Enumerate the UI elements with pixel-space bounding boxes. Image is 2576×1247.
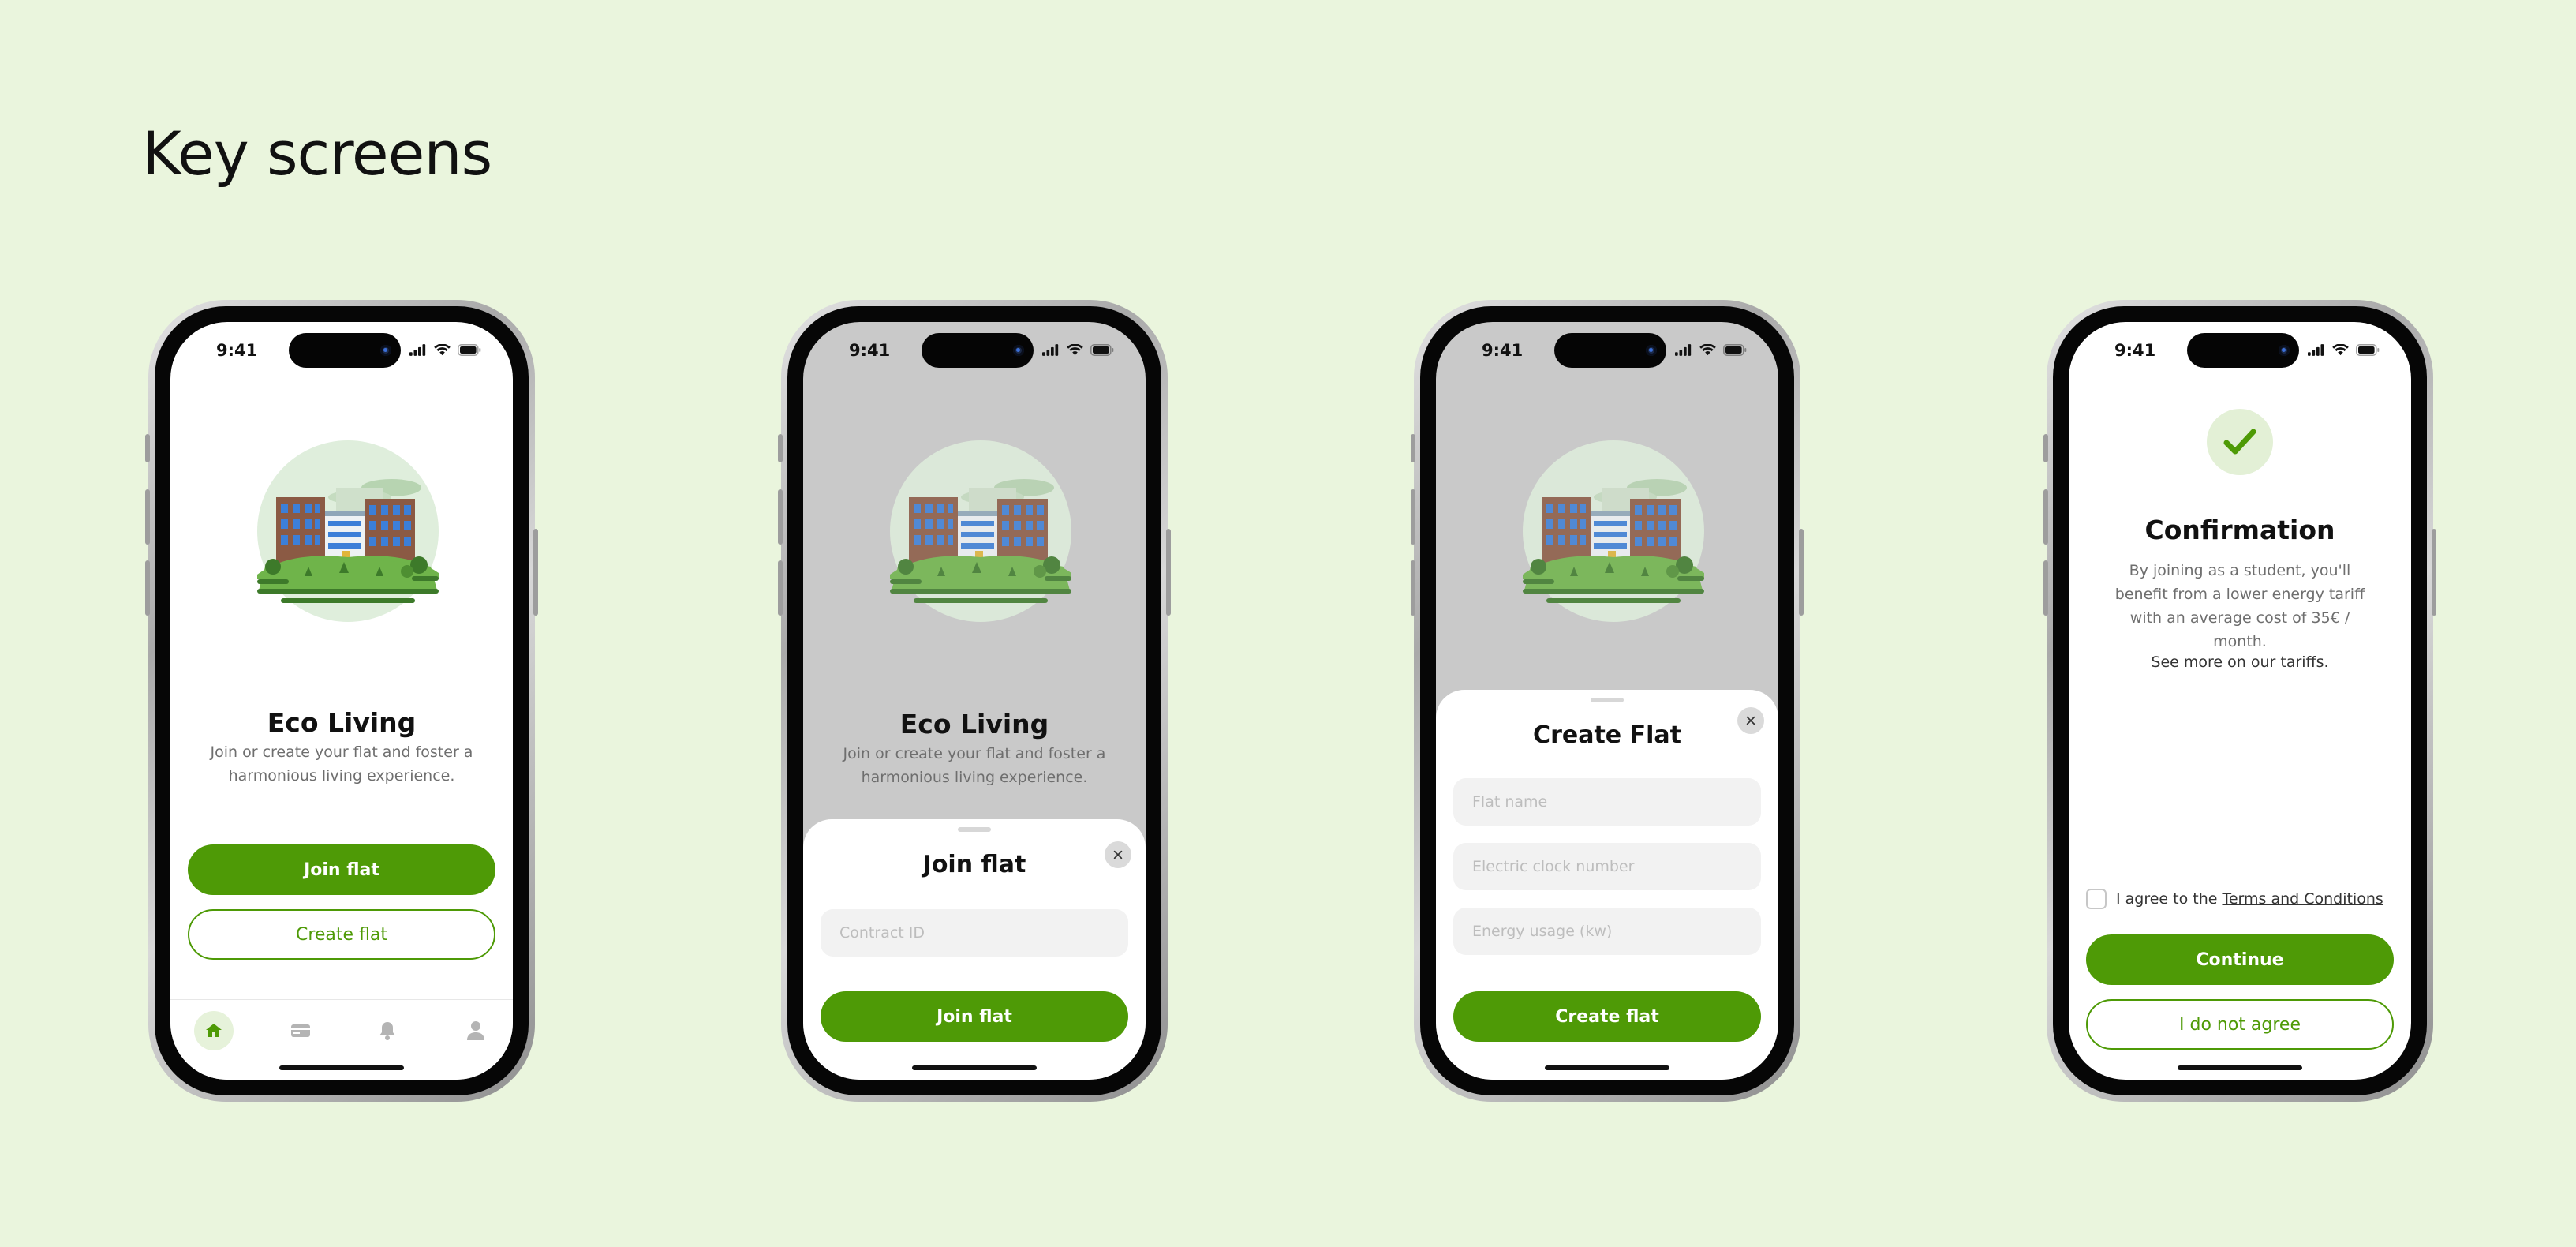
electric-clock-input[interactable] bbox=[1453, 843, 1761, 890]
home-indicator bbox=[279, 1065, 404, 1070]
status-icons bbox=[2308, 344, 2380, 356]
eco-building-illustration bbox=[890, 440, 1071, 622]
checkmark-icon bbox=[2223, 429, 2256, 455]
camera-icon bbox=[2279, 345, 2290, 356]
eco-building-illustration bbox=[1523, 440, 1704, 622]
wifi-icon bbox=[434, 344, 451, 356]
join-flat-button[interactable]: Join flat bbox=[188, 844, 495, 895]
join-flat-submit-button[interactable]: Join flat bbox=[821, 991, 1128, 1042]
signal-icon bbox=[1675, 344, 1692, 356]
home-indicator bbox=[912, 1065, 1037, 1070]
wifi-icon bbox=[2332, 344, 2349, 356]
tab-wallet[interactable] bbox=[281, 1011, 320, 1050]
agree-text: I agree to the bbox=[2116, 890, 2218, 908]
terms-agreement-row: I agree to the Terms and Conditions bbox=[2086, 889, 2383, 909]
tab-home[interactable] bbox=[194, 1011, 234, 1050]
signal-icon bbox=[1042, 344, 1060, 356]
sheet-title: Create Flat bbox=[1533, 721, 1681, 749]
create-flat-button[interactable]: Create flat bbox=[188, 909, 495, 960]
create-flat-submit-button[interactable]: Create flat bbox=[1453, 991, 1761, 1042]
tab-profile[interactable] bbox=[456, 1011, 495, 1050]
eco-building-illustration bbox=[257, 440, 439, 622]
wifi-icon bbox=[1699, 344, 1716, 356]
sheet-grabber[interactable] bbox=[958, 827, 991, 832]
battery-icon bbox=[1090, 344, 1114, 356]
home-indicator bbox=[2178, 1065, 2302, 1070]
app-description: Join or create your flat and foster a ha… bbox=[843, 745, 1106, 786]
phone-create-flat: 9:41 Create Flat Create flat bbox=[1411, 300, 1804, 1102]
decline-button[interactable]: I do not agree bbox=[2086, 999, 2394, 1050]
home-screen: 9:41 Eco Living Join or create your flat… bbox=[170, 322, 513, 1080]
confirmation-title: Confirmation bbox=[2144, 515, 2335, 545]
status-icons bbox=[1042, 344, 1114, 356]
user-icon bbox=[467, 1021, 484, 1040]
home-indicator bbox=[1545, 1065, 1669, 1070]
phone-join-flat: 9:41 Eco Living Join or create your flat… bbox=[778, 300, 1171, 1102]
dynamic-island bbox=[1554, 333, 1666, 368]
join-flat-sheet: Join flat Join flat bbox=[803, 819, 1146, 1080]
status-time: 9:41 bbox=[216, 341, 258, 360]
confirmation-description: By joining as a student, you'll benefit … bbox=[2114, 562, 2365, 650]
tab-notifications[interactable] bbox=[368, 1011, 407, 1050]
home-icon bbox=[206, 1024, 222, 1037]
app-title: Eco Living bbox=[267, 707, 417, 738]
signal-icon bbox=[409, 344, 427, 356]
camera-icon bbox=[1013, 345, 1024, 356]
energy-usage-input[interactable] bbox=[1453, 908, 1761, 955]
app-description: Join or create your flat and foster a ha… bbox=[210, 743, 473, 785]
card-icon bbox=[291, 1024, 310, 1037]
dynamic-island bbox=[2187, 333, 2299, 368]
status-icons bbox=[1675, 344, 1747, 356]
tariffs-link[interactable]: See more on our tariffs. bbox=[2069, 653, 2411, 671]
confirmation-screen: 9:41 Confirmation By joining as a studen… bbox=[2069, 322, 2411, 1080]
contract-id-input[interactable] bbox=[821, 909, 1128, 957]
app-title: Eco Living bbox=[899, 709, 1049, 740]
page-title: Key screens bbox=[142, 118, 492, 189]
phone-confirmation: 9:41 Confirmation By joining as a studen… bbox=[2043, 300, 2436, 1102]
sheet-grabber[interactable] bbox=[1591, 698, 1624, 702]
battery-icon bbox=[1723, 344, 1747, 356]
create-flat-sheet: Create Flat Create flat bbox=[1436, 690, 1778, 1080]
dynamic-island bbox=[289, 333, 401, 368]
phone-home: 9:41 Eco Living Join or create your flat… bbox=[145, 300, 538, 1102]
status-time: 9:41 bbox=[1482, 341, 1524, 360]
dynamic-island bbox=[922, 333, 1034, 368]
terms-checkbox[interactable] bbox=[2086, 889, 2107, 909]
camera-icon bbox=[1646, 345, 1657, 356]
bell-icon bbox=[379, 1022, 395, 1040]
sheet-title: Join flat bbox=[922, 851, 1026, 878]
battery-icon bbox=[2356, 344, 2380, 356]
join-flat-screen: 9:41 Eco Living Join or create your flat… bbox=[803, 322, 1146, 1080]
camera-icon bbox=[380, 345, 391, 356]
signal-icon bbox=[2308, 344, 2325, 356]
status-icons bbox=[409, 344, 481, 356]
flat-name-input[interactable] bbox=[1453, 778, 1761, 826]
status-time: 9:41 bbox=[849, 341, 891, 360]
status-time: 9:41 bbox=[2114, 341, 2156, 360]
terms-link[interactable]: Terms and Conditions bbox=[2222, 890, 2383, 908]
success-badge bbox=[2207, 409, 2273, 475]
create-flat-screen: 9:41 Create Flat Create flat bbox=[1436, 322, 1778, 1080]
battery-icon bbox=[458, 344, 481, 356]
wifi-icon bbox=[1067, 344, 1083, 356]
continue-button[interactable]: Continue bbox=[2086, 934, 2394, 985]
